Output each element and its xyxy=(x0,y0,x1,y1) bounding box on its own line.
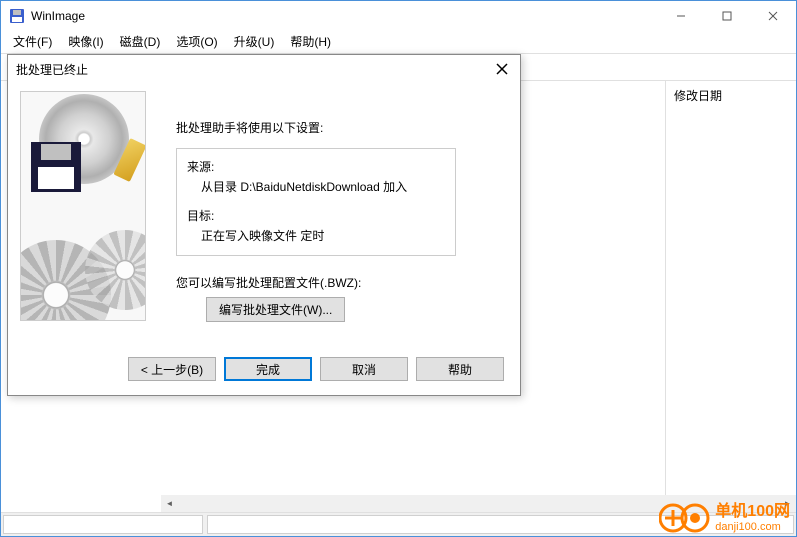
app-icon xyxy=(9,8,25,24)
scroll-left-icon[interactable]: ◄ xyxy=(161,495,178,512)
dialog-buttons: < 上一步(B) 完成 取消 帮助 xyxy=(8,347,520,391)
floppy-icon xyxy=(31,142,81,192)
help-button[interactable]: 帮助 xyxy=(416,357,504,381)
close-icon xyxy=(496,63,508,75)
source-value: 从目录 D:\BaiduNetdiskDownload 加入 xyxy=(187,177,445,197)
config-text: 您可以编写批处理配置文件(.BWZ): xyxy=(176,274,508,291)
menu-image[interactable]: 映像(I) xyxy=(60,31,111,53)
cancel-button[interactable]: 取消 xyxy=(320,357,408,381)
column-modified-date[interactable]: 修改日期 xyxy=(674,87,788,104)
back-button[interactable]: < 上一步(B) xyxy=(128,357,216,381)
menu-disk[interactable]: 磁盘(D) xyxy=(112,31,169,53)
menubar: 文件(F) 映像(I) 磁盘(D) 选项(O) 升级(U) 帮助(H) xyxy=(1,31,796,53)
target-value: 正在写入映像文件 定时 xyxy=(187,226,445,246)
settings-box: 来源: 从目录 D:\BaiduNetdiskDownload 加入 目标: 正… xyxy=(176,148,456,256)
right-pane: 修改日期 xyxy=(666,81,796,512)
wizard-image xyxy=(20,91,146,321)
menu-file[interactable]: 文件(F) xyxy=(5,31,60,53)
close-button[interactable] xyxy=(750,1,796,31)
watermark-logo: 单机100网 danji100.com xyxy=(659,500,790,536)
batch-dialog: 批处理已终止 批处理助手将使用以下设置: 来源: 从目录 D:\BaiduNet… xyxy=(7,54,521,396)
watermark-icon xyxy=(659,500,711,536)
target-label: 目标: xyxy=(187,206,445,226)
source-label: 来源: xyxy=(187,157,445,177)
watermark-name: 单机100网 xyxy=(715,503,790,521)
status-cell-1 xyxy=(3,515,203,534)
window-controls xyxy=(658,1,796,31)
minimize-button[interactable] xyxy=(658,1,704,31)
menu-options[interactable]: 选项(O) xyxy=(168,31,225,53)
dialog-titlebar: 批处理已终止 xyxy=(8,55,520,83)
watermark-text: 单机100网 danji100.com xyxy=(715,503,790,533)
dialog-body: 批处理助手将使用以下设置: 来源: 从目录 D:\BaiduNetdiskDow… xyxy=(8,83,520,347)
write-batch-file-button[interactable]: 编写批处理文件(W)... xyxy=(206,297,345,322)
finish-button[interactable]: 完成 xyxy=(224,357,312,381)
dialog-close-button[interactable] xyxy=(492,59,512,79)
maximize-button[interactable] xyxy=(704,1,750,31)
menu-upgrade[interactable]: 升级(U) xyxy=(226,31,283,53)
main-window: WinImage 文件(F) 映像(I) 磁盘(D) 选项(O) 升级(U) 帮… xyxy=(0,0,797,537)
dialog-title-text: 批处理已终止 xyxy=(16,61,492,78)
titlebar: WinImage xyxy=(1,1,796,31)
window-title: WinImage xyxy=(31,9,658,23)
intro-text: 批处理助手将使用以下设置: xyxy=(176,119,508,136)
watermark-url: danji100.com xyxy=(715,521,790,533)
dialog-content: 批处理助手将使用以下设置: 来源: 从目录 D:\BaiduNetdiskDow… xyxy=(146,91,508,347)
menu-help[interactable]: 帮助(H) xyxy=(282,31,339,53)
